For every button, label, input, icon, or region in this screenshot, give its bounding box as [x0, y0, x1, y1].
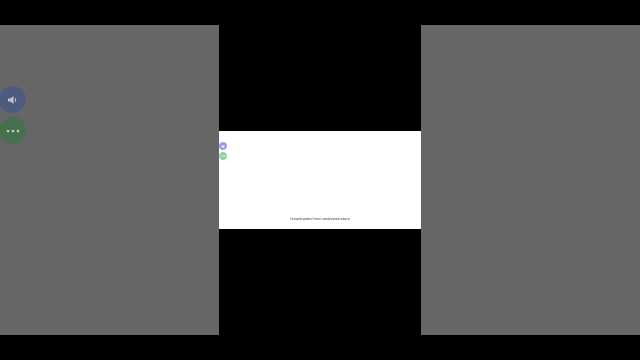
backdrop-right [421, 25, 640, 335]
ghost-speaker-button [0, 86, 26, 113]
speaker-icon [220, 144, 225, 148]
more-button[interactable] [219, 152, 227, 160]
download-source-text: Downloaded from andrewsir.store [290, 216, 350, 221]
speaker-icon [7, 95, 16, 104]
ghost-more-button [0, 117, 26, 144]
content-card: Downloaded from andrewsir.store [219, 131, 421, 229]
video-frame: Downloaded from andrewsir.store [0, 0, 640, 360]
more-dots-icon [220, 155, 226, 157]
speaker-button[interactable] [219, 142, 227, 150]
more-dots-icon [6, 129, 19, 132]
backdrop-left [0, 25, 219, 335]
